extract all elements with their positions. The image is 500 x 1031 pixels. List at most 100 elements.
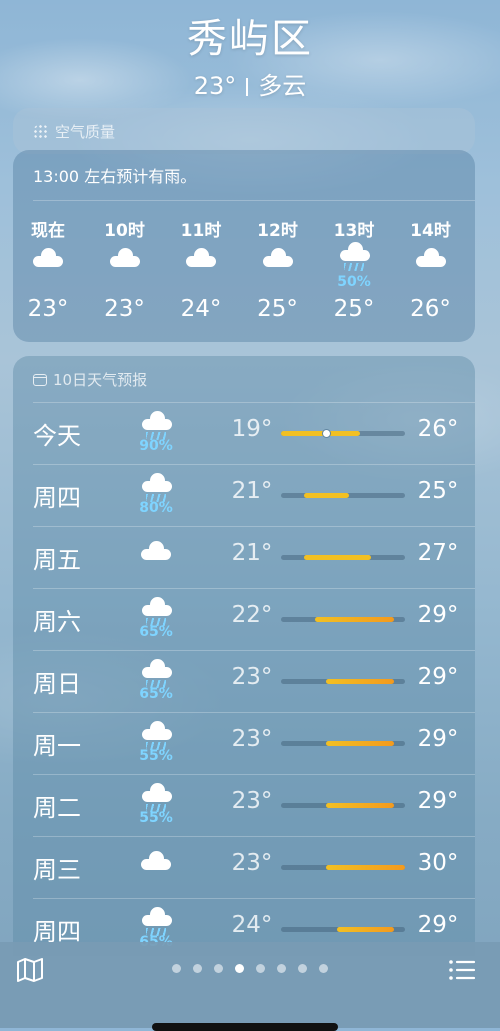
cloud-icon [139,844,173,888]
calendar-icon [33,373,47,386]
hour-label: 14时 [410,221,451,241]
precip-chance: 55% [139,810,173,826]
hour-icon-slot [171,241,231,285]
hourly-item: 12时 25° [248,216,308,322]
daily-row[interactable]: 周六 65% 22° 29° [13,588,475,650]
page-dot[interactable] [235,964,244,973]
temp-range-bar [281,741,405,746]
page-dot[interactable] [319,964,328,973]
hourly-item: 13时 50% 25° [324,216,384,322]
temp-range-bar [281,429,405,438]
daily-row[interactable]: 周一 55% 23° 29° [13,712,475,774]
hour-label: 10时 [104,221,145,241]
daily-row[interactable]: 周五 21° 27° [13,526,475,588]
daily-forecast-card[interactable]: 10日天气预报 今天 90% 19° 26° 周四 80% 21° 25° 周五 21° 27° 周六… [13,356,475,956]
temp-range-fill [326,679,394,684]
page-dot[interactable] [256,964,265,973]
separator [246,78,249,96]
daily-row[interactable]: 周三 23° 30° [13,836,475,898]
hour-icon-slot [248,241,308,285]
high-temp: 29° [417,664,459,690]
daily-row[interactable]: 今天 90% 19° 26° [13,402,475,464]
low-temp: 21° [231,540,273,566]
temp-range-fill [326,741,394,746]
divider [33,774,475,775]
temp-range-fill [303,493,349,498]
hourly-item: 10时 23° [95,216,155,322]
temp-range-fill [326,865,405,870]
day-label: 周三 [33,856,81,884]
hour-label: 11时 [180,221,222,241]
page-dot[interactable] [298,964,307,973]
temp-range-bar [281,617,405,622]
low-temp: 23° [231,788,273,814]
list-icon[interactable] [448,958,476,982]
divider [33,712,475,713]
high-temp: 26° [417,416,459,442]
daily-row[interactable]: 周二 55% 23° 29° [13,774,475,836]
high-temp: 29° [417,726,459,752]
high-temp: 29° [417,788,459,814]
hourly-item: 现在 23° [18,216,78,322]
page-dot[interactable] [193,964,202,973]
divider [33,464,475,465]
hour-label: 13时 [333,221,375,241]
low-temp: 23° [231,664,273,690]
low-temp: 19° [231,416,273,442]
bottom-toolbar [0,942,500,1031]
temp-range-bar [281,493,405,498]
temp-range-bar [281,927,405,932]
low-temp: 21° [231,478,273,504]
air-quality-header: 空气质量 [33,121,115,142]
temp-range-fill [281,431,360,436]
hour-temp: 24° [180,296,222,322]
high-temp: 30° [417,850,459,876]
day-label: 周六 [33,608,81,636]
divider [33,402,475,403]
temp-range-fill [337,927,394,932]
daily-forecast-title: 10日天气预报 [53,371,148,389]
hour-icon-slot [401,241,461,285]
air-quality-card[interactable]: 空气质量 [13,108,475,154]
daily-row[interactable]: 周日 65% 23° 29° [13,650,475,712]
city-name: 秀屿区 [187,16,313,62]
precip-chance: 90% [139,438,173,454]
hourly-forecast-card[interactable]: 13:00 左右预计有雨。 现在 23° 10时 23° 11时 24° 12时 25° 13时… [13,150,475,342]
day-icon-slot [139,844,173,888]
precip-chance: 65% [139,624,173,640]
daily-row[interactable]: 周四 80% 21° 25° [13,464,475,526]
hour-label: 12时 [257,221,298,241]
hour-label: 现在 [31,221,65,241]
daily-forecast-header: 10日天气预报 [33,369,147,390]
page-dot[interactable] [277,964,286,973]
divider [33,898,475,899]
low-temp: 23° [231,726,273,752]
day-label: 今天 [33,422,81,450]
hourly-item: 14时 26° [401,216,461,322]
day-label: 周五 [33,546,81,574]
location-header: 秀屿区 23° 多云 [0,0,500,101]
cloud-icon [248,241,308,285]
cloud-icon [139,534,173,578]
precip-chance: 65% [139,686,173,702]
low-temp: 24° [231,912,273,938]
hour-temp: 25° [333,296,375,322]
air-quality-icon [33,123,49,140]
cloud-icon [95,241,155,285]
divider [33,836,475,837]
precip-chance: 55% [139,748,173,764]
temp-range-bar [281,865,405,870]
day-label: 周二 [33,794,81,822]
day-label: 周四 [33,484,81,512]
page-indicator[interactable] [0,964,500,973]
air-quality-label: 空气质量 [55,123,116,141]
page-dot[interactable] [172,964,181,973]
current-temp-marker [321,429,331,438]
page-dot[interactable] [214,964,223,973]
precip-chance: 50% [337,274,371,290]
hour-temp: 23° [104,296,145,322]
high-temp: 29° [417,912,459,938]
temp-range-bar [281,679,405,684]
divider [33,526,475,527]
cloud-icon [401,241,461,285]
